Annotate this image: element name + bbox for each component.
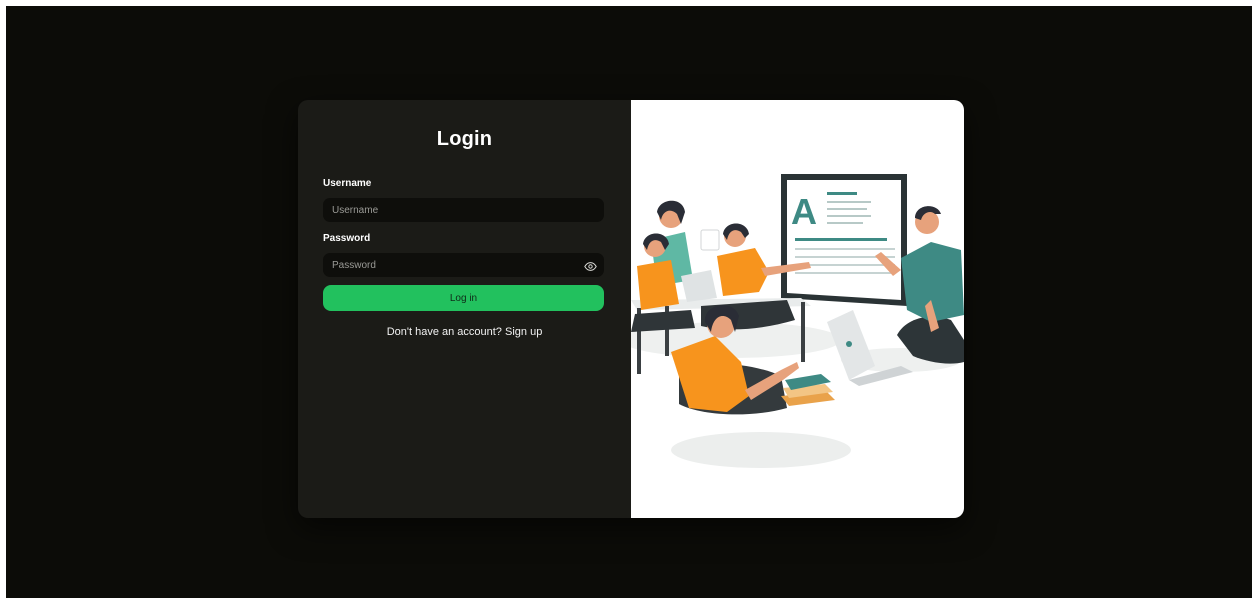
board-letter: A (791, 191, 817, 232)
classroom-illustration: A (621, 174, 964, 468)
signup-prompt: Don't have an account? Sign up (298, 326, 631, 338)
page-background: Login Username Password Log in Don't hav… (6, 6, 1252, 598)
login-card: Login Username Password Log in Don't hav… (298, 100, 964, 518)
username-label: Username (323, 178, 372, 189)
password-label: Password (323, 233, 371, 244)
floor-shadow (671, 432, 851, 468)
login-button[interactable]: Log in (323, 285, 604, 311)
signup-prompt-text: Don't have an account? (386, 326, 502, 338)
signup-link[interactable]: Sign up (505, 326, 542, 338)
illustration-panel: A (621, 100, 964, 518)
whiteboard: A (781, 174, 907, 306)
show-password-toggle[interactable] (582, 259, 598, 273)
books-stack (781, 374, 835, 406)
laptop-right (827, 310, 913, 386)
eye-icon (583, 261, 597, 271)
login-form-panel: Login Username Password Log in Don't hav… (298, 100, 631, 518)
page-title: Login (436, 128, 493, 150)
password-input[interactable] (323, 253, 604, 277)
username-input[interactable] (323, 198, 604, 222)
